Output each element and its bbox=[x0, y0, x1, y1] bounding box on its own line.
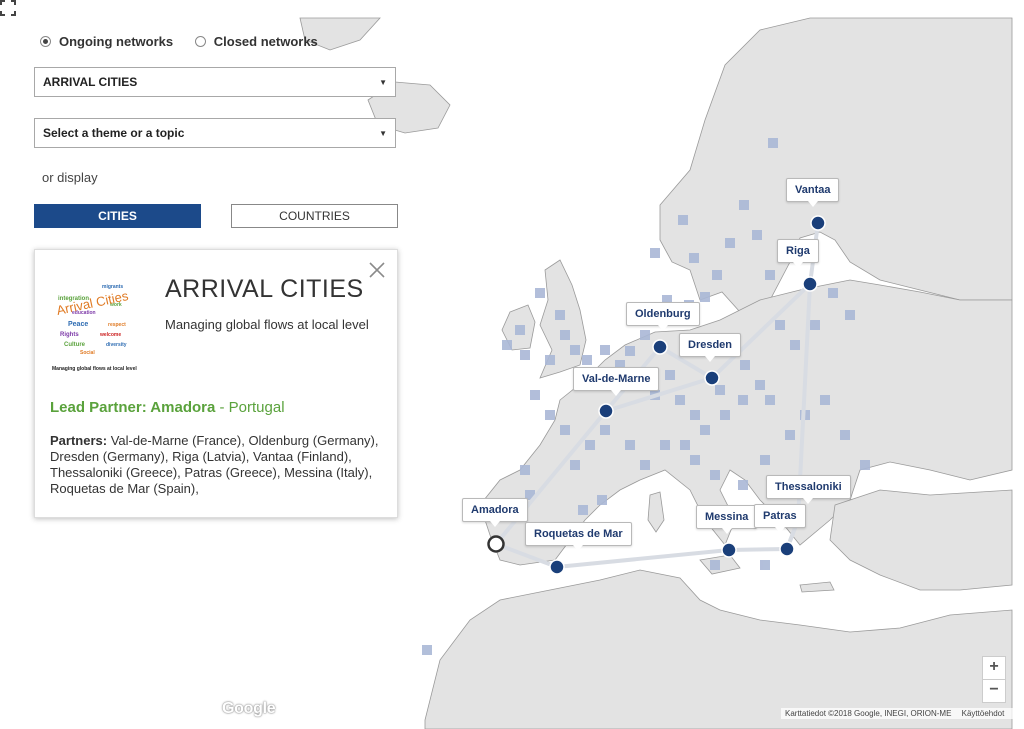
city-label-oldenburg[interactable]: Oldenburg bbox=[626, 302, 700, 331]
city-label-dresden[interactable]: Dresden bbox=[679, 333, 742, 362]
city-marker-messina bbox=[721, 542, 737, 558]
network-info-card: integration migrants Peace respect Right… bbox=[34, 249, 398, 518]
city-label-riga[interactable]: Riga bbox=[777, 239, 819, 268]
partners-label: Partners: bbox=[50, 433, 108, 448]
partners-list: Partners: Val-de-Marne (France), Oldenbu… bbox=[50, 433, 385, 497]
lead-partner: Lead Partner: Amadora - Portugal bbox=[50, 399, 285, 416]
network-select[interactable]: ARRIVAL CITIES ▼ bbox=[34, 67, 396, 97]
city-label-patras[interactable]: Patras bbox=[754, 504, 806, 533]
city-marker-amadora-lead bbox=[487, 535, 505, 553]
fullscreen-icon[interactable] bbox=[0, 0, 16, 16]
svg-text:Rights: Rights bbox=[60, 332, 79, 338]
logo-caption: Managing global flows at local level bbox=[52, 366, 137, 372]
radio-closed-networks[interactable]: Closed networks bbox=[194, 34, 318, 49]
theme-select[interactable]: Select a theme or a topic ▼ bbox=[34, 118, 396, 148]
network-logo: integration migrants Peace respect Right… bbox=[52, 276, 138, 372]
cities-button[interactable]: CITIES bbox=[34, 204, 201, 228]
city-marker-patras bbox=[779, 541, 795, 557]
lead-partner-country: Portugal bbox=[228, 399, 285, 416]
or-display-label: or display bbox=[42, 170, 98, 185]
city-label-amadora[interactable]: Amadora bbox=[462, 498, 528, 527]
caret-down-icon: ▼ bbox=[379, 77, 387, 87]
svg-text:diversity: diversity bbox=[106, 342, 127, 348]
svg-text:Culture: Culture bbox=[64, 342, 86, 348]
network-radio-group: Ongoing networks Closed networks bbox=[40, 34, 336, 50]
svg-text:Social: Social bbox=[80, 350, 95, 356]
svg-text:respect: respect bbox=[108, 322, 126, 328]
attribution-text: Karttatiedot ©2018 Google, INEGI, ORION-… bbox=[785, 709, 952, 718]
theme-select-placeholder: Select a theme or a topic bbox=[43, 126, 185, 140]
network-subtitle: Managing global flows at local level bbox=[165, 317, 369, 332]
network-select-value: ARRIVAL CITIES bbox=[43, 75, 138, 89]
google-logo: Google bbox=[222, 700, 276, 717]
city-marker-riga bbox=[802, 276, 818, 292]
lead-partner-separator: - bbox=[219, 399, 225, 416]
city-marker-vantaa bbox=[810, 215, 826, 231]
zoom-in-button[interactable]: + bbox=[982, 656, 1006, 680]
city-label-vantaa[interactable]: Vantaa bbox=[786, 178, 840, 207]
radio-label-ongoing: Ongoing networks bbox=[59, 34, 174, 49]
city-marker-dresden bbox=[704, 370, 720, 386]
city-marker-oldenburg bbox=[652, 339, 668, 355]
radio-icon[interactable] bbox=[194, 36, 206, 47]
svg-text:welcome: welcome bbox=[99, 332, 121, 338]
network-title: ARRIVAL CITIES bbox=[165, 275, 364, 303]
city-marker-roquetas-de-mar bbox=[549, 559, 565, 575]
zoom-out-button[interactable]: − bbox=[982, 679, 1006, 703]
radio-label-closed: Closed networks bbox=[213, 34, 318, 49]
city-label-messina[interactable]: Messina bbox=[696, 505, 758, 534]
terms-link[interactable]: Käyttöehdot bbox=[962, 709, 1005, 718]
close-icon[interactable] bbox=[368, 261, 386, 279]
city-label-roquetas-de-mar[interactable]: Roquetas de Mar bbox=[525, 522, 632, 551]
svg-text:Peace: Peace bbox=[68, 321, 88, 328]
map-attribution: Karttatiedot ©2018 Google, INEGI, ORION-… bbox=[781, 708, 1017, 719]
radio-ongoing-networks[interactable]: Ongoing networks bbox=[40, 34, 173, 49]
caret-down-icon: ▼ bbox=[379, 128, 387, 138]
city-marker-val-de-marne bbox=[598, 403, 614, 419]
city-label-val-de-marne[interactable]: Val-de-Marne bbox=[573, 367, 660, 396]
city-label-thessaloniki[interactable]: Thessaloniki bbox=[766, 475, 851, 504]
radio-icon[interactable] bbox=[40, 36, 51, 47]
countries-button[interactable]: COUNTRIES bbox=[231, 204, 398, 228]
lead-partner-label: Lead Partner: Amadora bbox=[50, 399, 216, 416]
